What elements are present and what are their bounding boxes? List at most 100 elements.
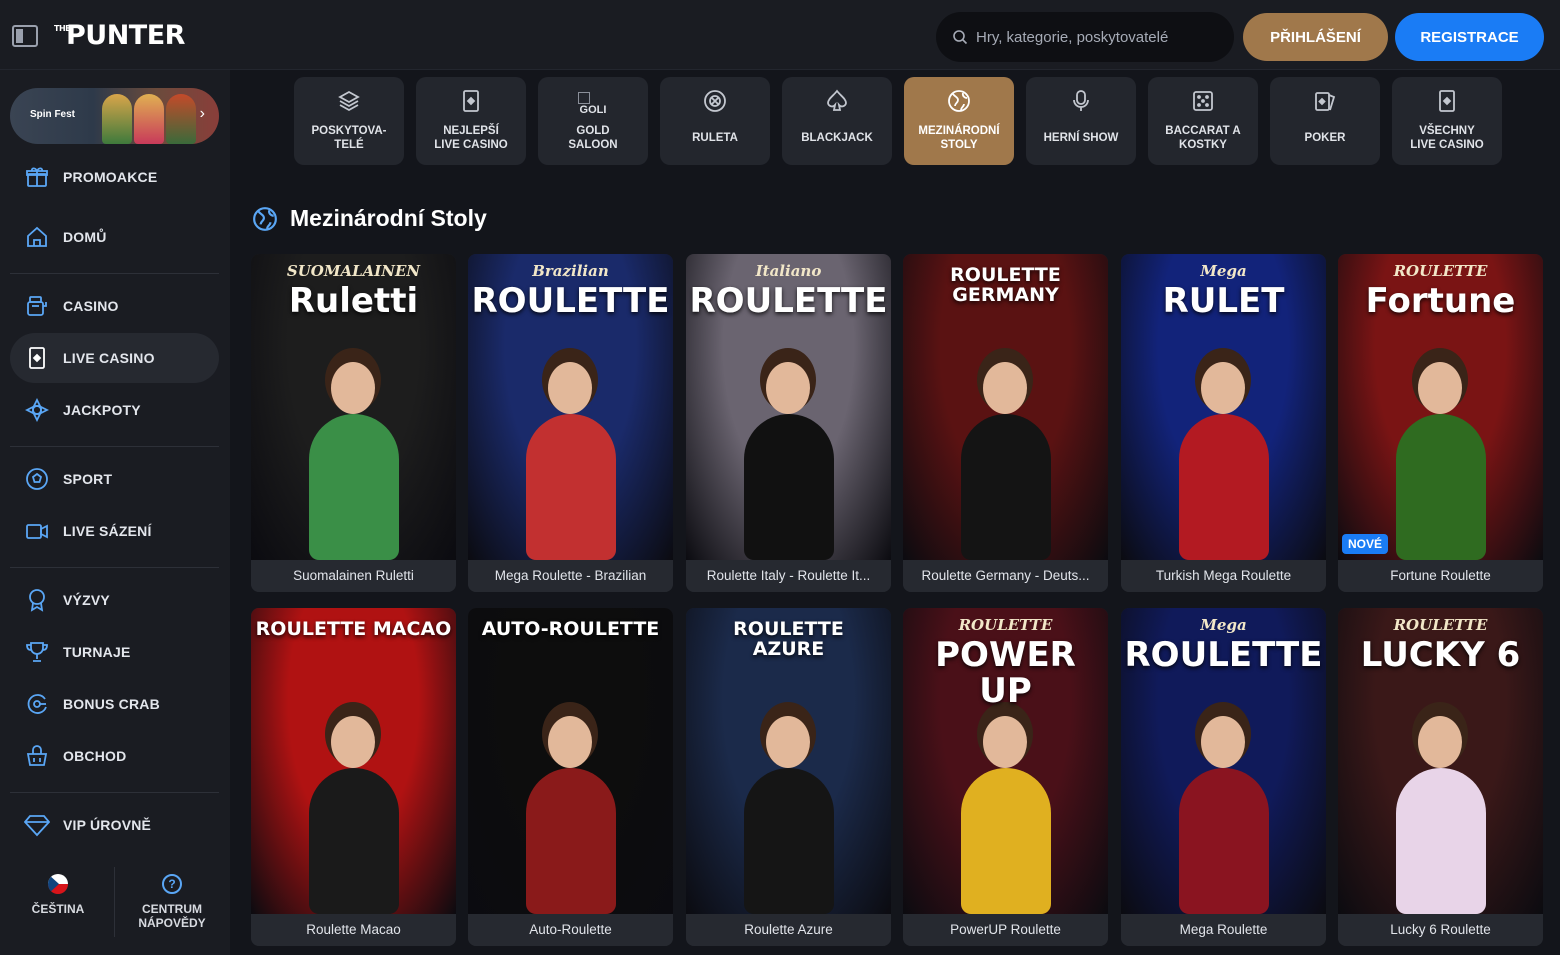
game-tile[interactable]: AUTO-ROULETTE Auto-Roulette xyxy=(468,608,673,946)
register-button[interactable]: REGISTRACE xyxy=(1395,13,1544,61)
game-art-subtitle: Mega xyxy=(1200,616,1247,634)
video-camera-icon xyxy=(24,518,50,544)
footer-divider xyxy=(114,867,115,937)
sidebar-item-domu[interactable]: DOMŮ xyxy=(10,212,219,262)
promo-banner[interactable]: Spin Fest › xyxy=(10,88,219,144)
broken-image-icon: GOLI xyxy=(578,89,608,119)
game-tile[interactable]: ROULETTE MACAO Roulette Macao xyxy=(251,608,456,946)
home-icon xyxy=(24,224,50,250)
game-tile[interactable]: Mega RULET Turkish Mega Roulette xyxy=(1121,254,1326,592)
dealer-head xyxy=(1418,716,1462,768)
game-title: Roulette Italy - Roulette It... xyxy=(686,560,891,592)
dealer-head xyxy=(331,716,375,768)
sidebar-item-label: OBCHOD xyxy=(63,748,127,764)
badge-icon xyxy=(24,587,50,613)
game-tile[interactable]: ROULETTE LUCKY 6 Lucky 6 Roulette xyxy=(1338,608,1543,946)
game-tile[interactable]: SUOMALAINEN Ruletti Suomalainen Ruletti xyxy=(251,254,456,592)
dealer-figure xyxy=(1396,414,1486,560)
help-icon: ? xyxy=(162,874,182,894)
sidebar-item-label: LIVE CASINO xyxy=(63,350,155,366)
game-art-title: ROULETTE AZURE xyxy=(733,618,844,660)
slot-machine-icon xyxy=(24,293,50,319)
sidebar-item-jackpoty[interactable]: JACKPOTY xyxy=(10,385,219,435)
microphone-icon xyxy=(1069,89,1093,113)
sidebar-item-label: LIVE SÁZENÍ xyxy=(63,523,152,539)
game-tile[interactable]: ROULETTE POWER UP PowerUP Roulette xyxy=(903,608,1108,946)
game-art-title: ROULETTE xyxy=(471,281,670,321)
search-input[interactable] xyxy=(976,28,1216,46)
game-tile[interactable]: ROULETTE Fortune NOVÉ Fortune Roulette xyxy=(1338,254,1543,592)
dealer-head xyxy=(983,362,1027,414)
category-label: NEJLEPŠÍ LIVE CASINO xyxy=(434,125,508,151)
sidebar-item-bonus-crab[interactable]: BONUS CRAB xyxy=(10,679,219,729)
search-box[interactable] xyxy=(936,12,1234,62)
login-button[interactable]: PŘIHLÁŠENÍ xyxy=(1243,13,1388,61)
sidebar-item-label: CASINO xyxy=(63,298,119,314)
sidebar-item-label: VÝZVY xyxy=(63,592,110,608)
game-art-subtitle: Mega xyxy=(1200,262,1247,280)
sidebar-item-vyzvy[interactable]: VÝZVY xyxy=(10,575,219,625)
game-tile[interactable]: Italiano ROULETTE Roulette Italy - Roulett… xyxy=(686,254,891,592)
search-icon xyxy=(953,30,968,45)
card-icon xyxy=(459,89,483,113)
shop-basket-icon xyxy=(24,743,50,769)
category-gold-saloon[interactable]: GOLI GOLD SALOON xyxy=(538,77,648,165)
game-art-subtitle: ROULETTE xyxy=(1393,262,1488,280)
category-providers[interactable]: POSKYTOVA- TELÉ xyxy=(294,77,404,165)
category-best-live-casino[interactable]: NEJLEPŠÍ LIVE CASINO xyxy=(416,77,526,165)
gift-icon xyxy=(24,164,50,190)
category-baccarat-dice[interactable]: BACCARAT A KOSTKY xyxy=(1148,77,1258,165)
game-art-subtitle: Brazilian xyxy=(532,262,609,280)
czech-flag-icon xyxy=(48,874,68,894)
chevron-right-icon: › xyxy=(199,105,205,122)
section-header: Mezinárodní Stoly xyxy=(252,205,487,232)
help-center-button[interactable]: ? CENTRUM NÁPOVĚDY xyxy=(118,870,226,940)
dealer-figure xyxy=(309,414,399,560)
category-international-tables[interactable]: MEZINÁRODNÍ STOLY xyxy=(904,77,1014,165)
game-tile[interactable]: Brazilian ROULETTE Mega Roulette - Brazili… xyxy=(468,254,673,592)
category-label: POKER xyxy=(1304,132,1346,144)
logo[interactable]: THEPUNTER xyxy=(54,20,185,51)
sidebar-item-live-casino[interactable]: LIVE CASINO xyxy=(10,333,219,383)
sidebar-item-promoakce[interactable]: PROMOAKCE xyxy=(10,152,219,202)
sidebar-item-casino[interactable]: CASINO xyxy=(10,281,219,331)
dealer-head xyxy=(1201,362,1245,414)
sidebar-item-obchod[interactable]: OBCHOD xyxy=(10,731,219,781)
dealer-figure xyxy=(1179,414,1269,560)
sidebar-item-label: DOMŮ xyxy=(63,229,107,245)
globe-icon xyxy=(947,89,971,113)
game-art-title: ROULETTE MACAO xyxy=(255,618,452,640)
sidebar-item-label: VIP ÚROVNĚ xyxy=(63,817,152,833)
layers-icon xyxy=(337,89,361,113)
dealer-figure xyxy=(744,414,834,560)
game-tile[interactable]: ROULETTE AZURE Roulette Azure xyxy=(686,608,891,946)
game-title: Suomalainen Ruletti xyxy=(251,560,456,592)
category-label: BLACKJACK xyxy=(801,132,873,144)
live-card-icon xyxy=(24,345,50,371)
game-tile[interactable]: ROULETTE GERMANY Roulette Germany - Deuts… xyxy=(903,254,1108,592)
sidebar-item-sport[interactable]: SPORT xyxy=(10,454,219,504)
category-roulette[interactable]: RULETA xyxy=(660,77,770,165)
sidebar-item-vip[interactable]: VIP ÚROVNĚ xyxy=(10,800,219,850)
sidebar-item-turnaje[interactable]: TURNAJE xyxy=(10,627,219,677)
game-art-subtitle: ROULETTE xyxy=(1393,616,1488,634)
language-button[interactable]: ČEŠTINA xyxy=(4,870,112,940)
category-blackjack[interactable]: BLACKJACK xyxy=(782,77,892,165)
game-art-title: AUTO-ROULETTE xyxy=(481,618,660,640)
category-all-live-casino[interactable]: VŠECHNY LIVE CASINO xyxy=(1392,77,1502,165)
jackpot-icon xyxy=(24,397,50,423)
sidebar-toggle-icon[interactable] xyxy=(12,25,38,47)
sidebar-divider xyxy=(10,446,219,447)
dealer-figure xyxy=(309,768,399,914)
dealer-head xyxy=(1201,716,1245,768)
sidebar-item-live-sazeni[interactable]: LIVE SÁZENÍ xyxy=(10,506,219,556)
roulette-icon xyxy=(703,89,727,113)
poker-cards-icon xyxy=(1313,89,1337,113)
dealer-figure xyxy=(1179,768,1269,914)
game-tile[interactable]: Mega ROULETTE Mega Roulette xyxy=(1121,608,1326,946)
dealer-figure xyxy=(526,414,616,560)
language-label: ČEŠTINA xyxy=(31,902,85,916)
category-poker[interactable]: POKER xyxy=(1270,77,1380,165)
game-title: Auto-Roulette xyxy=(468,914,673,946)
category-game-show[interactable]: HERNÍ SHOW xyxy=(1026,77,1136,165)
